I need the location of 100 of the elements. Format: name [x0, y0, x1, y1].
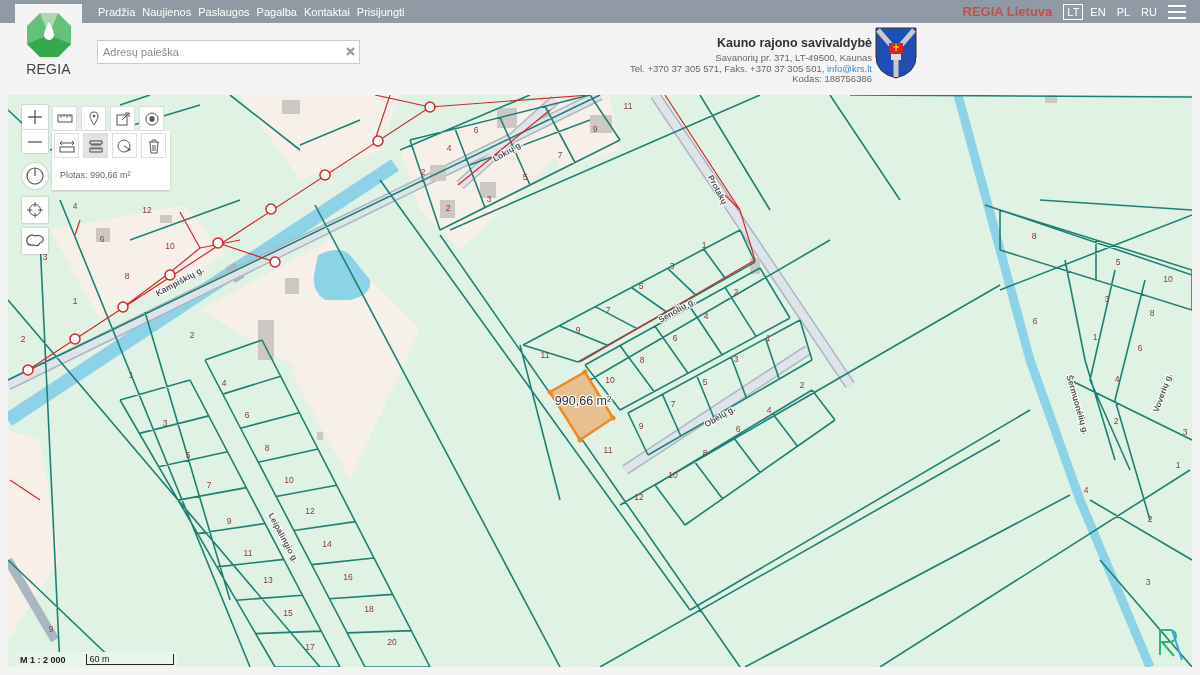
brand-title: REGIA Lietuva: [962, 4, 1053, 19]
nav-link[interactable]: Naujienos: [142, 5, 192, 18]
zoom-in-button[interactable]: [22, 105, 48, 129]
parcel-number: 8: [1149, 308, 1155, 319]
point-tool-button[interactable]: [139, 106, 164, 131]
marker-tool-button[interactable]: [81, 106, 106, 131]
parcel-number: 4: [703, 311, 709, 322]
language-button[interactable]: EN: [1086, 3, 1110, 20]
parcel-number: 4: [1114, 374, 1120, 385]
parcel-number: 4: [1083, 485, 1089, 496]
language-button[interactable]: RU: [1137, 3, 1161, 20]
parcel-number: 2: [799, 380, 805, 391]
parcel-number: 8: [1031, 231, 1037, 242]
municipality-address: Savanorių pr. 371, LT-49500, Kaunas: [714, 53, 872, 64]
search-field[interactable]: Adresų paieška: [97, 40, 360, 64]
parcel-number: 1: [128, 370, 134, 381]
company-code: Kodas: 188756386: [791, 74, 872, 85]
lasso-icon: [25, 233, 45, 249]
parcel-number: 1: [701, 240, 707, 251]
plus-icon: [28, 110, 42, 124]
parcel-number: 2: [733, 287, 739, 298]
nav-link[interactable]: Kontaktai: [303, 5, 350, 18]
parcel-number: 7: [670, 399, 676, 410]
nav-link[interactable]: Pradžia: [98, 5, 136, 18]
zoom-out-button[interactable]: [22, 129, 48, 153]
parcel-number: 16: [343, 572, 353, 583]
parcel-number: 9: [48, 624, 54, 635]
parcel-number: 11: [540, 350, 550, 361]
parcel-number: 17: [305, 642, 315, 653]
parcel-number: 14: [322, 539, 332, 550]
language-button[interactable]: PL: [1112, 3, 1135, 20]
logo-icon[interactable]: [25, 12, 72, 58]
parcel-number: 4: [446, 143, 452, 154]
scale-bar: 60 m: [85, 654, 174, 665]
parcel-number: 10: [284, 475, 294, 486]
parcel-number: 10: [1163, 274, 1173, 285]
parcel-number: 11: [623, 101, 633, 112]
parcel-number: 20: [387, 637, 397, 648]
scale-ratio: M 1 : 2 000: [20, 655, 66, 665]
ruler-tool-button[interactable]: [52, 106, 77, 131]
parcel-number: 5: [1115, 257, 1121, 268]
nav-link[interactable]: Pagalba: [256, 5, 297, 18]
parcel-number: 2: [1147, 514, 1153, 525]
logo-text: REGIA: [26, 61, 71, 77]
map-logo-icon: [1159, 629, 1183, 661]
parcel-number: 1: [1092, 332, 1098, 343]
parcel-number: 7: [206, 480, 212, 491]
delete-tool-button[interactable]: [141, 133, 166, 158]
parcel-number: 12: [305, 506, 315, 517]
parcel-number: 2: [20, 334, 26, 345]
parcel-number: 5: [522, 172, 528, 183]
email-link[interactable]: info@krs.lt: [827, 62, 872, 74]
parcel-number: 9: [592, 124, 598, 135]
parcel-number: 13: [263, 575, 273, 586]
circle-arrow-icon: [115, 136, 134, 155]
distance-tool-button[interactable]: [54, 133, 79, 158]
parcel-number: 3: [162, 418, 168, 429]
parcel-number: 6: [1137, 343, 1143, 354]
parcel-number: 5: [185, 450, 191, 461]
parcel-number: 2: [189, 330, 195, 341]
crosshair-icon: [27, 202, 43, 218]
clear-icon[interactable]: [346, 47, 355, 56]
coat-of-arms-icon: [875, 27, 917, 79]
parcel-number: 8: [264, 443, 270, 454]
area-tool-button[interactable]: [83, 133, 108, 158]
locate-button[interactable]: [22, 197, 48, 223]
contact-line: Tel. +370 37 305 571, Faks. +370 37 305 501, info@krs.lt: [629, 63, 872, 74]
lasso-select-button[interactable]: [22, 228, 48, 254]
area-measurement: Plotas: 990,66 m²: [60, 170, 132, 180]
language-button[interactable]: LT: [1063, 3, 1084, 20]
parcel-number: 3: [1145, 577, 1151, 588]
target-icon: [142, 109, 161, 128]
parcel-number: 7: [557, 150, 563, 161]
parcel-number: 2: [445, 203, 451, 214]
parcel-number: 3: [1104, 294, 1110, 305]
parcel-number: 6: [735, 424, 741, 435]
parcel-number: 6: [99, 234, 105, 245]
parcel-number: 11: [603, 445, 613, 456]
parcel-number: 9: [575, 325, 581, 336]
parcel-number: 3: [1182, 427, 1188, 438]
menu-icon[interactable]: [1168, 4, 1186, 19]
parcel-number: 1: [1175, 460, 1181, 471]
parcel-number: 8: [124, 271, 130, 282]
share-icon: [113, 109, 132, 128]
parcel-number: 1: [72, 296, 78, 307]
nav-link[interactable]: Prisijungti: [356, 5, 405, 18]
parcel-number: 2: [1113, 416, 1119, 427]
parcel-number: 8: [639, 355, 645, 366]
parcel-number: 6: [1032, 316, 1038, 327]
parcel-number: 12: [142, 205, 152, 216]
parcel-number: 18: [364, 604, 374, 615]
parcel-number: 11: [243, 548, 253, 559]
parcel-number: 1: [765, 333, 771, 344]
reset-tool-button[interactable]: [112, 133, 137, 158]
parcel-number: 3: [486, 194, 492, 205]
parcel-number: 10: [605, 375, 615, 386]
parcel-number: 3: [42, 252, 48, 263]
parcel-number: 9: [638, 421, 644, 432]
parcel-number: 4: [766, 405, 772, 416]
nav-link[interactable]: Paslaugos: [198, 5, 250, 18]
